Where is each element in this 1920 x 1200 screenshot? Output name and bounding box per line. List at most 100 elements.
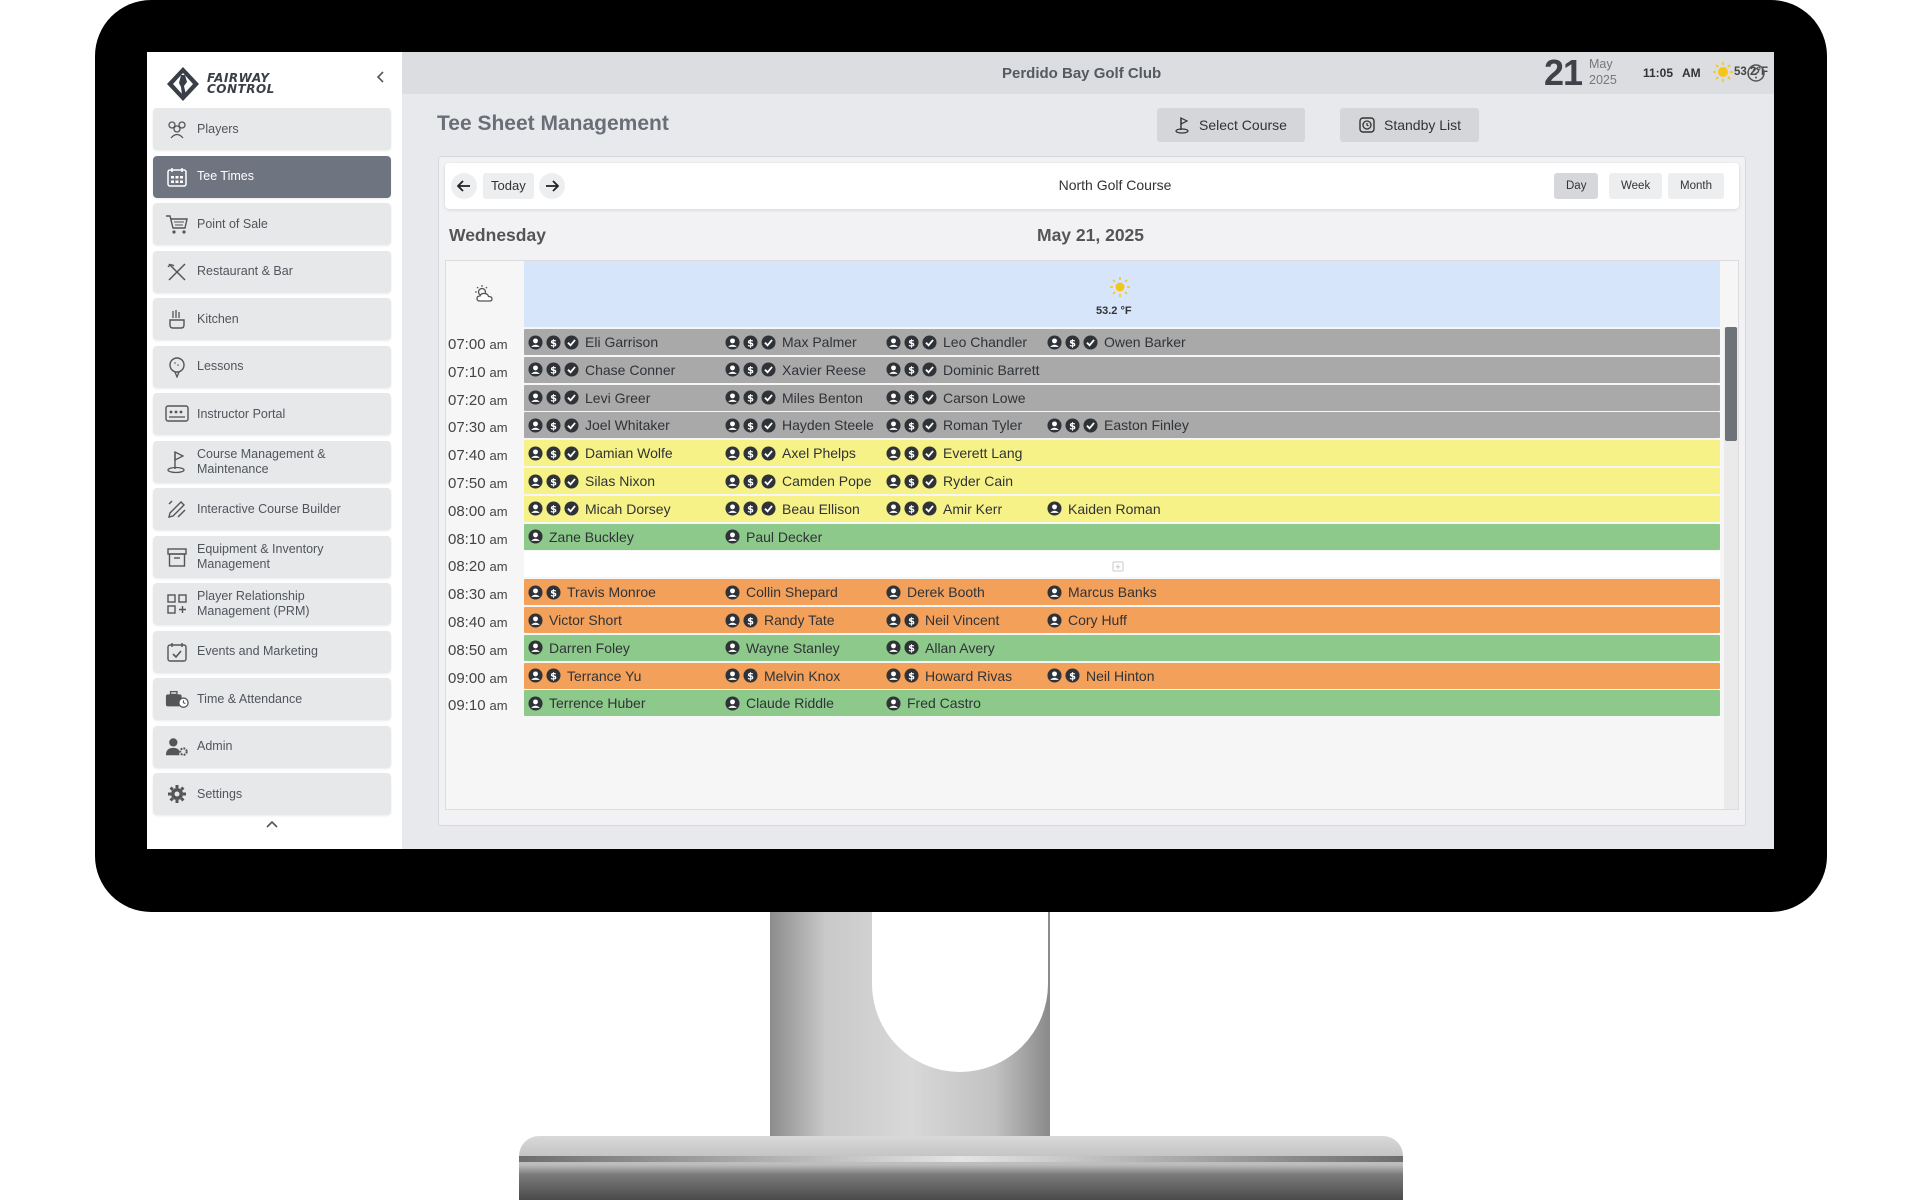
sidebar-item-course-management-maintenance[interactable]: Course Management & Maintenance [153,440,391,483]
tee-time-slot[interactable]: $ Eli Garrison $ Max Palmer $ Leo Chandler $ Ow… [524,329,1720,355]
view-week-button[interactable]: Week [1609,173,1663,199]
player-booking[interactable]: $ Everett Lang [886,440,1022,466]
svg-text:$: $ [747,421,754,432]
player-booking[interactable]: $ Eli Garrison [528,329,658,355]
tee-time-slot[interactable]: $ Damian Wolfe $ Axel Phelps $ Everett Lang [524,440,1720,467]
brand-logo[interactable]: FAIRWAY CONTROL [165,64,275,104]
player-booking[interactable]: Darren Foley [528,635,630,661]
player-booking[interactable]: $ Ryder Cain [886,468,1013,494]
sidebar-item-point-of-sale[interactable]: Point of Sale [153,203,391,245]
player-booking[interactable]: $ Randy Tate [725,607,835,633]
sidebar-item-admin[interactable]: Admin [153,725,391,768]
player-booking[interactable]: $ Beau Ellison [725,496,860,522]
next-day-button[interactable] [539,173,565,199]
tee-time-slot[interactable]: $ Levi Greer $ Miles Benton $ Carson Lowe [524,384,1720,411]
player-booking[interactable]: $ Leo Chandler [886,329,1027,355]
player-booking[interactable]: Claude Riddle [725,690,834,716]
empty-tee-time-slot[interactable] [524,551,1720,578]
svg-text:$: $ [550,421,557,432]
standby-list-button[interactable]: Standby List [1340,108,1480,142]
player-booking[interactable]: Fred Castro [886,690,981,716]
today-button[interactable]: Today [483,173,534,199]
player-booking[interactable]: $ Micah Dorsey [528,496,671,522]
tee-time-slot[interactable]: $ Micah Dorsey $ Beau Ellison $ Amir Kerr Kaid… [524,495,1720,522]
sidebar-item-player-relationship-management-prm[interactable]: Player Relationship Management (PRM) [153,583,391,625]
chevron-left-icon [376,71,384,83]
sidebar-item-tee-times[interactable]: Tee Times [153,155,391,198]
previous-day-button[interactable] [451,173,477,199]
player-booking[interactable]: $ Terrance Yu [528,663,641,689]
sidebar-item-equipment-inventory-management[interactable]: Equipment & Inventory Management [153,535,391,578]
player-booking[interactable]: Wayne Stanley [725,635,840,661]
player-booking[interactable]: $ Xavier Reese [725,357,866,383]
player-booking[interactable]: $ Joel Whitaker [528,412,670,438]
player-booking[interactable]: $ Axel Phelps [725,440,856,466]
player-booking[interactable]: $ Miles Benton [725,385,863,411]
player-booking[interactable]: Kaiden Roman [1047,496,1161,522]
player-booking[interactable]: Terrence Huber [528,690,646,716]
player-status-icon [528,696,543,711]
player-booking[interactable]: $ Levi Greer [528,385,650,411]
sidebar-item-kitchen[interactable]: Kitchen [153,298,391,340]
player-booking[interactable]: $ Dominic Barrett [886,357,1039,383]
sidebar-item-instructor-portal[interactable]: Instructor Portal [153,393,391,435]
player-booking[interactable]: $ Hayden Steele [725,412,874,438]
scroll-up-button[interactable] [265,816,279,832]
player-booking[interactable]: $ Roman Tyler [886,412,1022,438]
sidebar-item-players[interactable]: Players [153,108,391,150]
player-booking[interactable]: $ Melvin Knox [725,663,840,689]
sidebar-item-interactive-course-builder[interactable]: Interactive Course Builder [153,488,391,530]
sidebar-item-time-attendance[interactable]: Time & Attendance [153,678,391,720]
checked-in-icon [761,501,776,516]
collapse-sidebar-button[interactable] [375,70,387,89]
paid-status-icon: $ [904,668,919,683]
player-booking[interactable]: $ Neil Vincent [886,607,999,633]
player-booking[interactable]: $ Owen Barker [1047,329,1186,355]
player-booking[interactable]: $ Silas Nixon [528,468,655,494]
tee-time-slot[interactable]: Victor Short $ Randy Tate $ Neil Vincent Cory… [524,607,1720,633]
tee-time-slot[interactable]: $ Joel Whitaker $ Hayden Steele $ Roman Tyler… [524,412,1720,439]
sidebar-item-settings[interactable]: Settings [153,773,391,815]
player-booking[interactable]: $ Allan Avery [886,635,995,661]
add-booking-icon[interactable] [1112,559,1124,577]
sidebar-item-events-and-marketing[interactable]: Events and Marketing [153,630,391,673]
player-booking[interactable]: Derek Booth [886,579,985,605]
player-booking[interactable]: $ Damian Wolfe [528,440,673,466]
tee-time-slot[interactable]: Terrence Huber Claude Riddle Fred Castro [524,690,1720,717]
paid-status-icon: $ [904,362,919,377]
tee-time-slot[interactable]: $ Chase Conner $ Xavier Reese $ Dominic Barre… [524,356,1720,383]
tee-time-slot[interactable]: $ Terrance Yu $ Melvin Knox $ Howard Rivas $ Ne… [524,662,1720,689]
player-status-icon [528,501,543,516]
player-booking[interactable]: Collin Shepard [725,579,838,605]
checked-in-icon [922,334,937,350]
player-booking[interactable]: Paul Decker [725,524,822,550]
sidebar-item-restaurant-bar[interactable]: Restaurant & Bar [153,250,391,293]
tee-time-slot[interactable]: Zane Buckley Paul Decker [524,523,1720,550]
view-day-button[interactable]: Day [1554,173,1599,199]
player-booking[interactable]: $ Neil Hinton [1047,663,1154,689]
player-booking[interactable]: Victor Short [528,607,622,633]
player-booking[interactable]: $ Amir Kerr [886,496,1002,522]
help-icon[interactable] [1746,63,1766,83]
player-name: Claude Riddle [746,695,834,712]
player-booking[interactable]: $ Camden Pope [725,468,872,494]
player-name: Xavier Reese [782,361,867,378]
tee-time-slot[interactable]: $ Travis Monroe Collin Shepard Derek Booth M… [524,579,1720,606]
player-booking[interactable]: $ Travis Monroe [528,579,656,605]
tee-time-slot[interactable]: $ Silas Nixon $ Camden Pope $ Ryder Cain [524,468,1720,494]
view-month-button[interactable]: Month [1668,173,1724,199]
select-course-button[interactable]: Select Course [1157,108,1305,142]
tee-time-slot[interactable]: Darren Foley Wayne Stanley $ Allan Avery [524,634,1720,661]
player-booking[interactable]: $ Easton Finley [1047,412,1189,438]
player-booking[interactable]: Cory Huff [1047,607,1127,633]
player-booking[interactable]: $ Carson Lowe [886,385,1026,411]
player-booking[interactable]: $ Howard Rivas [886,663,1012,689]
sidebar-item-lessons[interactable]: Lessons [153,345,391,388]
player-booking[interactable]: $ Max Palmer [725,329,857,355]
player-booking[interactable]: Marcus Banks [1047,579,1157,605]
player-booking[interactable]: Zane Buckley [528,524,634,550]
player-booking[interactable]: $ Chase Conner [528,357,675,383]
paid-status-icon: $ [546,418,561,433]
paid-status-icon: $ [546,362,561,377]
scrollbar-thumb[interactable] [1725,327,1737,441]
